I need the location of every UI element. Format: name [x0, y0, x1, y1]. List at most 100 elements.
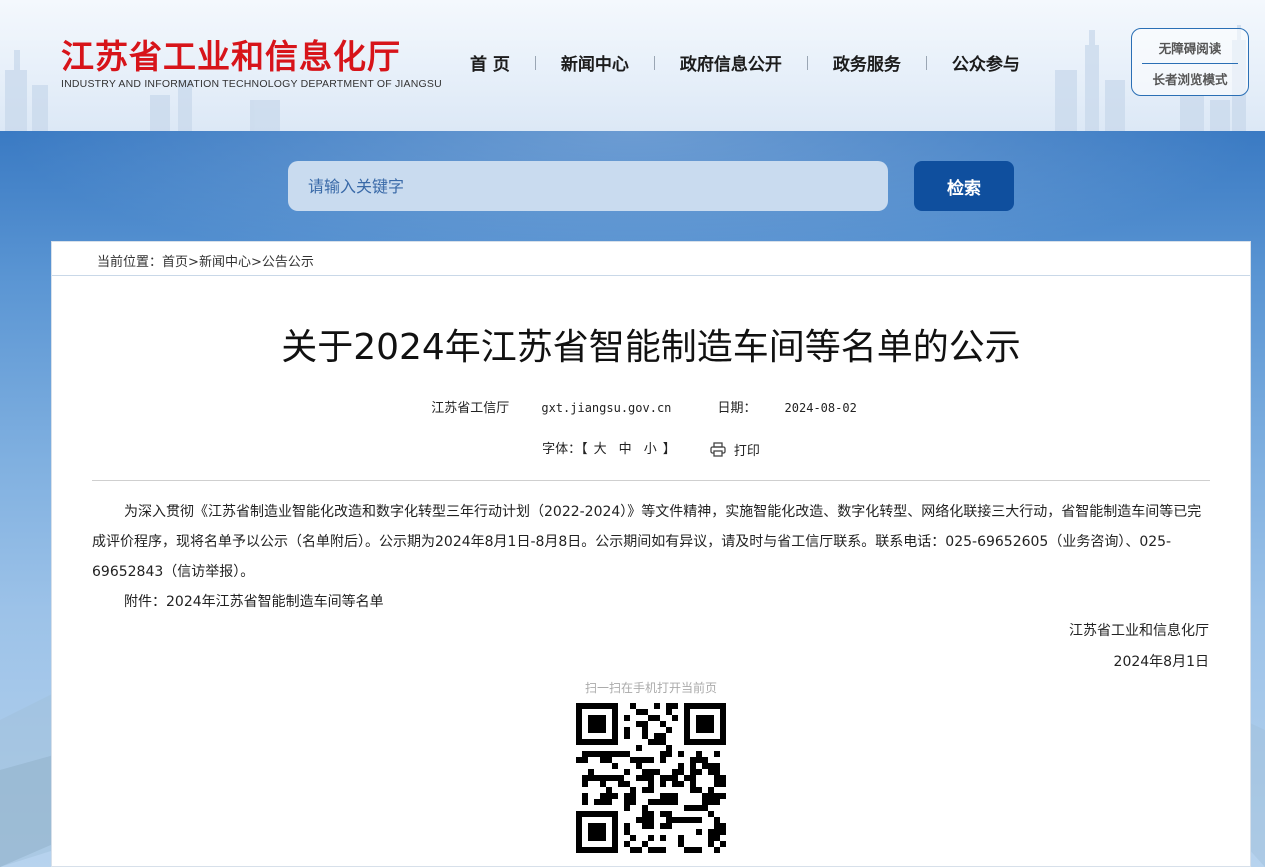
qr-module	[594, 823, 600, 829]
qr-module	[684, 847, 690, 853]
qr-module	[636, 847, 642, 853]
nav-gov-info[interactable]: 政府信息公开	[680, 50, 782, 75]
qr-module	[678, 781, 684, 787]
qr-module	[612, 835, 618, 841]
qr-module	[666, 811, 672, 817]
qr-module	[642, 811, 648, 817]
qr-module	[702, 805, 708, 811]
article-site: gxt.jiangsu.gov.cn	[541, 401, 672, 415]
qr-module	[642, 817, 648, 823]
print-button[interactable]: 打印	[710, 440, 760, 459]
qr-module	[576, 709, 582, 715]
qr-module	[702, 727, 708, 733]
qr-module	[618, 775, 624, 781]
qr-module	[624, 823, 630, 829]
qr-module	[708, 721, 714, 727]
qr-module	[594, 799, 600, 805]
qr-module	[666, 709, 672, 715]
nav-public-participation[interactable]: 公众参与	[952, 50, 1020, 75]
qr-module	[714, 769, 720, 775]
qr-module	[624, 841, 630, 847]
qr-module	[636, 721, 642, 727]
qr-module	[606, 787, 612, 793]
qr-module	[648, 787, 654, 793]
qr-module	[600, 751, 606, 757]
qr-module	[588, 751, 594, 757]
qr-module	[702, 793, 708, 799]
accessibility-reading-link[interactable]: 无障碍阅读	[1132, 38, 1248, 57]
qr-module	[642, 721, 648, 727]
qr-module	[660, 799, 666, 805]
qr-module	[576, 811, 582, 817]
qr-module	[714, 751, 720, 757]
qr-module	[588, 775, 594, 781]
qr-module	[612, 709, 618, 715]
qr-module	[690, 769, 696, 775]
qr-module	[696, 751, 702, 757]
breadcrumb-sep: >	[250, 255, 262, 270]
qr-module	[666, 751, 672, 757]
breadcrumb-notices[interactable]: 公告公示	[262, 255, 314, 270]
qr-module	[642, 787, 648, 793]
qr-module	[606, 757, 612, 763]
qr-module	[600, 799, 606, 805]
article-source: 江苏省工信厅	[431, 401, 510, 416]
search-button[interactable]: 检索	[914, 161, 1014, 211]
qr-module	[606, 793, 612, 799]
font-size-small[interactable]: 小	[644, 442, 657, 457]
qr-module	[642, 805, 648, 811]
qr-module	[672, 703, 678, 709]
qr-module	[582, 703, 588, 709]
breadcrumb-home[interactable]: 首页	[162, 255, 188, 270]
qr-module	[660, 847, 666, 853]
qr-module	[594, 847, 600, 853]
qr-module	[666, 727, 672, 733]
qr-module	[630, 835, 636, 841]
qr-module	[612, 727, 618, 733]
qr-module	[582, 757, 588, 763]
qr-module	[660, 793, 666, 799]
elder-mode-link[interactable]: 长者浏览模式	[1132, 69, 1248, 88]
qr-module	[606, 811, 612, 817]
nav-services[interactable]: 政务服务	[833, 50, 901, 75]
bracket-close: 】	[662, 442, 676, 457]
qr-module	[594, 727, 600, 733]
attachment-link[interactable]: 附件：2024年江苏省智能制造车间等名单	[92, 587, 1212, 617]
nav-news-center[interactable]: 新闻中心	[561, 50, 629, 75]
qr-module	[690, 787, 696, 793]
qr-module	[666, 703, 672, 709]
qr-module	[714, 829, 720, 835]
font-size-medium[interactable]: 中	[619, 442, 632, 457]
qr-module	[636, 775, 642, 781]
qr-module	[642, 709, 648, 715]
site-logo-title[interactable]: 江苏省工业和信息化厅	[61, 30, 401, 78]
qr-module	[648, 823, 654, 829]
font-size-large[interactable]: 大	[594, 442, 607, 457]
qr-module	[636, 757, 642, 763]
breadcrumb-news-center[interactable]: 新闻中心	[199, 255, 251, 270]
qr-module	[588, 721, 594, 727]
qr-module	[624, 751, 630, 757]
qr-module	[612, 829, 618, 835]
qr-module	[660, 751, 666, 757]
qr-module	[600, 811, 606, 817]
qr-module	[582, 799, 588, 805]
qr-module	[636, 817, 642, 823]
qr-module	[714, 823, 720, 829]
qr-module	[714, 817, 720, 823]
qr-module	[648, 847, 654, 853]
qr-module	[648, 781, 654, 787]
search-input[interactable]	[288, 161, 888, 211]
qr-module	[714, 739, 720, 745]
qr-module	[582, 811, 588, 817]
qr-module	[696, 847, 702, 853]
qr-module	[654, 769, 660, 775]
qr-module	[684, 817, 690, 823]
nav-home[interactable]: 首 页	[470, 50, 510, 75]
content-divider	[92, 480, 1210, 481]
qr-module	[600, 727, 606, 733]
qr-module	[684, 727, 690, 733]
qr-module	[672, 715, 678, 721]
breadcrumb-divider	[52, 275, 1250, 276]
qr-module	[606, 751, 612, 757]
